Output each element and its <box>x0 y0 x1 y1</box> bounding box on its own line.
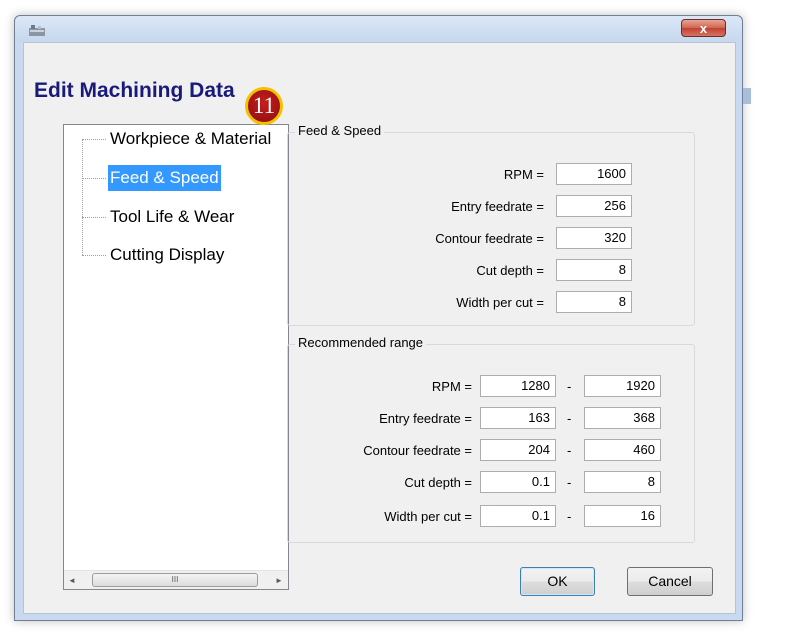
tree-branch-line <box>82 139 106 140</box>
tree-branch-line <box>82 217 106 218</box>
width-per-cut-input[interactable]: 8 <box>556 291 632 313</box>
range-separator: - <box>567 411 572 426</box>
contour-feedrate-input[interactable]: 320 <box>556 227 632 249</box>
range-separator: - <box>567 379 572 394</box>
rec-rpm-min-input[interactable]: 1280 <box>480 375 556 397</box>
rpm-label: RPM = <box>503 167 544 182</box>
rec-width-per-cut-min-input[interactable]: 0.1 <box>480 505 556 527</box>
rec-rpm-max-input[interactable]: 1920 <box>584 375 661 397</box>
tree-item-feed-speed[interactable]: Feed & Speed <box>108 165 221 191</box>
rec-entry-feedrate-label: Entry feedrate = <box>379 411 472 426</box>
recommended-range-group-title: Recommended range <box>295 335 427 350</box>
rec-entry-feedrate-min-input[interactable]: 163 <box>480 407 556 429</box>
range-separator: - <box>567 443 572 458</box>
rec-contour-feedrate-label: Contour feedrate = <box>363 443 472 458</box>
range-separator: - <box>567 509 572 524</box>
tree-branch-line <box>82 178 106 179</box>
cut-depth-label: Cut depth = <box>476 263 544 278</box>
tree-item-cutting-display[interactable]: Cutting Display <box>108 242 226 268</box>
title-bar[interactable]: x <box>15 16 742 42</box>
step-number-badge: 11 <box>245 87 283 125</box>
feed-speed-group-title: Feed & Speed <box>295 123 385 138</box>
cancel-button[interactable]: Cancel <box>627 567 713 596</box>
dialog-window: x Edit Machining Data Workpiece & Materi… <box>14 15 751 621</box>
tree-branch-line <box>82 255 106 256</box>
range-separator: - <box>567 475 572 490</box>
cut-depth-input[interactable]: 8 <box>556 259 632 281</box>
rec-cut-depth-min-input[interactable]: 0.1 <box>480 471 556 493</box>
tree-item-tool-life-wear[interactable]: Tool Life & Wear <box>108 204 236 230</box>
scroll-right-arrow-icon[interactable]: ► <box>272 573 286 588</box>
scroll-thumb[interactable]: III <box>92 573 258 587</box>
category-tree[interactable]: Workpiece & Material Feed & Speed Tool L… <box>63 124 289 590</box>
rec-entry-feedrate-max-input[interactable]: 368 <box>584 407 661 429</box>
rec-rpm-label: RPM = <box>431 379 472 394</box>
rec-cut-depth-label: Cut depth = <box>404 475 472 490</box>
rec-width-per-cut-label: Width per cut = <box>384 509 472 524</box>
tree-horizontal-scrollbar[interactable]: ◄ III ► <box>64 570 288 589</box>
rec-contour-feedrate-max-input[interactable]: 460 <box>584 439 661 461</box>
rec-contour-feedrate-min-input[interactable]: 204 <box>480 439 556 461</box>
width-per-cut-label: Width per cut = <box>456 295 544 310</box>
entry-feedrate-label: Entry feedrate = <box>451 199 544 214</box>
rec-width-per-cut-max-input[interactable]: 16 <box>584 505 661 527</box>
ok-button[interactable]: OK <box>520 567 595 596</box>
close-button[interactable]: x <box>681 19 726 37</box>
tree-item-workpiece-material[interactable]: Workpiece & Material <box>108 126 273 152</box>
contour-feedrate-label: Contour feedrate = <box>435 231 544 246</box>
scroll-left-arrow-icon[interactable]: ◄ <box>65 573 79 588</box>
dialog-client-area: Edit Machining Data Workpiece & Material… <box>23 42 736 614</box>
rec-cut-depth-max-input[interactable]: 8 <box>584 471 661 493</box>
dialog-title: Edit Machining Data <box>34 79 235 102</box>
rpm-input[interactable]: 1600 <box>556 163 632 185</box>
entry-feedrate-input[interactable]: 256 <box>556 195 632 217</box>
tree-vertical-line <box>82 139 83 255</box>
app-icon <box>29 25 45 36</box>
